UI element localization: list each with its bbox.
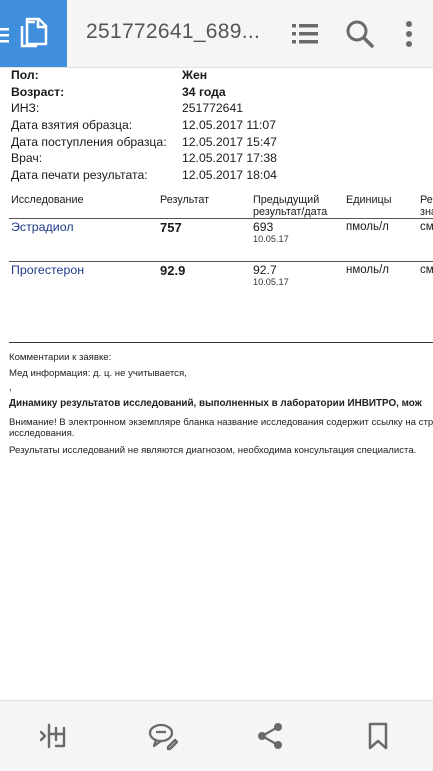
inz-label: ИНЗ: (11, 101, 40, 115)
search-icon[interactable] (343, 17, 377, 51)
test-link-progesterone[interactable]: Прогестерон (11, 263, 84, 277)
reference-progesterone: см (420, 264, 433, 276)
share-icon[interactable] (255, 721, 285, 751)
comment-icon[interactable] (148, 721, 178, 751)
disclaimer-note: Результаты исследований не являются диаг… (9, 445, 417, 456)
document-page[interactable]: Пол: Жен Возраст: 34 года ИНЗ: 251772641… (0, 67, 433, 700)
header-reference-line1: Ре (420, 194, 433, 206)
age-label: Возраст: (11, 85, 65, 99)
sample-taken-label: Дата взятия образца: (11, 118, 133, 132)
units-estradiol: пмоль/л (346, 221, 389, 233)
doctor-label: Врач: (11, 151, 43, 165)
table-row-divider (9, 261, 433, 262)
result-progesterone: 92.9 (160, 263, 186, 278)
age-value: 34 года (182, 85, 226, 99)
sample-received-value: 12.05.2017 15:47 (182, 135, 277, 149)
attention-note-line1: Внимание! В электронном экземпляре бланк… (9, 417, 433, 428)
header-units: Единицы (346, 194, 392, 206)
sample-taken-value: 12.05.2017 11:07 (182, 118, 276, 132)
print-date-label: Дата печати результата: (11, 168, 148, 182)
dynamics-note: Динамику результатов исследований, выпол… (9, 398, 422, 409)
header-reference-line2: зна (420, 206, 433, 218)
test-link-estradiol[interactable]: Эстрадиол (11, 220, 74, 234)
compare-icon[interactable] (38, 721, 68, 751)
doctor-value: 12.05.2017 17:38 (182, 151, 277, 165)
result-estradiol: 757 (160, 220, 182, 235)
header-test: Исследование (11, 194, 84, 206)
sex-label: Пол: (11, 68, 39, 82)
previous-estradiol: 693 (253, 220, 274, 234)
bottom-toolbar (0, 700, 433, 771)
header-result: Результат (160, 194, 210, 206)
header-previous-line1: Предыдущий (253, 194, 320, 206)
sample-received-label: Дата поступления образца: (11, 135, 167, 149)
med-info-comma: , (9, 382, 12, 393)
units-progesterone: нмоль/л (346, 264, 390, 276)
reference-estradiol: см (420, 221, 433, 233)
document-icon (0, 17, 48, 48)
comments-label: Комментарии к заявке: (9, 352, 112, 363)
previous-date-estradiol: 10.05.17 (253, 234, 289, 244)
attention-note-line2: исследования. (9, 428, 75, 439)
list-icon[interactable] (288, 17, 322, 51)
document-title: 251772641_689... (86, 20, 261, 43)
header-previous-line2: результат/дата (253, 206, 328, 218)
inz-value: 251772641 (182, 101, 244, 115)
table-header-divider (9, 218, 433, 219)
med-info: Мед информация: д. ц. не учитывается, (9, 368, 187, 379)
document-button[interactable] (0, 0, 67, 67)
previous-progesterone: 92.7 (253, 263, 277, 277)
header-reference: Ре зна (420, 194, 433, 218)
more-vertical-icon[interactable] (392, 17, 426, 51)
bookmark-icon[interactable] (363, 721, 393, 751)
top-toolbar: 251772641_689... (0, 0, 433, 68)
table-bottom-divider (9, 342, 433, 343)
sex-value: Жен (182, 68, 208, 82)
print-date-value: 12.05.2017 18:04 (182, 168, 277, 182)
previous-date-progesterone: 10.05.17 (253, 277, 289, 287)
header-previous: Предыдущий результат/дата (253, 194, 327, 218)
